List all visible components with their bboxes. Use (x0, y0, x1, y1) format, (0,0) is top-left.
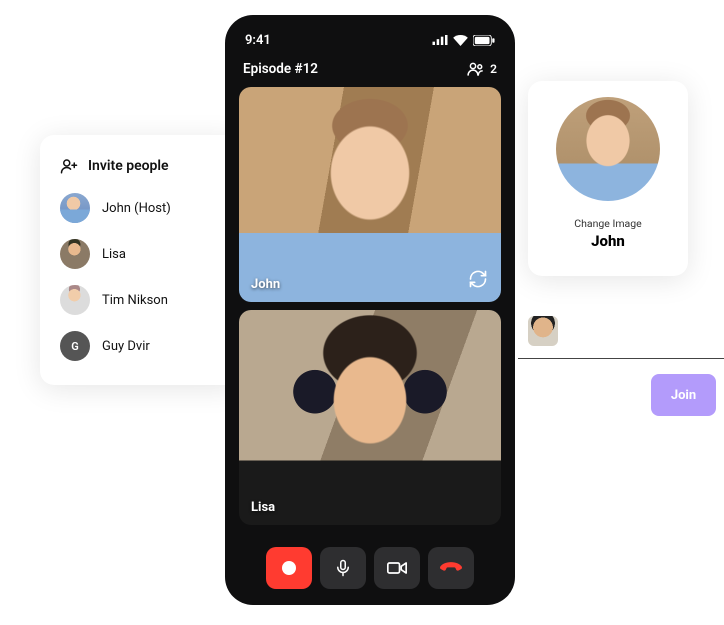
person-row[interactable]: Tim Nikson (60, 285, 220, 315)
invite-header-label: Invite people (88, 158, 169, 174)
signal-icon (432, 35, 448, 45)
phone-frame: 9:41 Episode #12 2 (225, 15, 515, 605)
person-name: Tim Nikson (102, 293, 168, 308)
record-icon (282, 561, 296, 575)
video-button[interactable] (374, 547, 420, 589)
status-bar: 9:41 (239, 29, 501, 51)
person-name: Guy Dvir (102, 339, 150, 354)
mic-button[interactable] (320, 547, 366, 589)
battery-icon (473, 35, 495, 46)
tile-label: John (251, 277, 280, 292)
change-image-link[interactable]: Change Image (574, 217, 641, 230)
switch-camera-icon[interactable] (465, 266, 491, 292)
participant-count[interactable]: 2 (467, 62, 497, 76)
avatar: G (60, 331, 90, 361)
invite-panel: Invite people John (Host) Lisa Tim Nikso… (40, 135, 240, 385)
invite-header[interactable]: Invite people (60, 157, 220, 175)
avatar (60, 239, 90, 269)
participants-icon (467, 62, 485, 76)
video-icon (387, 560, 407, 576)
video-tile[interactable]: Lisa (239, 310, 501, 525)
avatar (60, 285, 90, 315)
title-row: Episode #12 2 (239, 51, 501, 87)
avatar (60, 193, 90, 223)
join-button-label: Join (671, 388, 696, 403)
participant-count-value: 2 (490, 62, 497, 76)
status-time: 9:41 (245, 33, 271, 48)
person-row[interactable]: Lisa (60, 239, 220, 269)
join-button[interactable]: Join (651, 374, 716, 416)
hangup-icon (440, 562, 462, 574)
person-name: Lisa (102, 247, 126, 262)
hangup-button[interactable] (428, 547, 474, 589)
invite-people-icon (60, 157, 78, 175)
record-button[interactable] (266, 547, 312, 589)
profile-avatar[interactable] (556, 97, 660, 201)
episode-title: Episode #12 (243, 61, 318, 77)
person-row[interactable]: John (Host) (60, 193, 220, 223)
profile-name: John (591, 232, 625, 250)
wifi-icon (453, 35, 468, 46)
person-name: John (Host) (102, 201, 171, 216)
mic-icon (334, 559, 352, 577)
floating-avatar (528, 316, 558, 346)
divider-line (518, 358, 724, 359)
person-row[interactable]: G Guy Dvir (60, 331, 220, 361)
video-tile[interactable]: John (239, 87, 501, 302)
call-controls (239, 539, 501, 589)
profile-card: Change Image John (528, 81, 688, 276)
tile-label: Lisa (251, 500, 275, 515)
